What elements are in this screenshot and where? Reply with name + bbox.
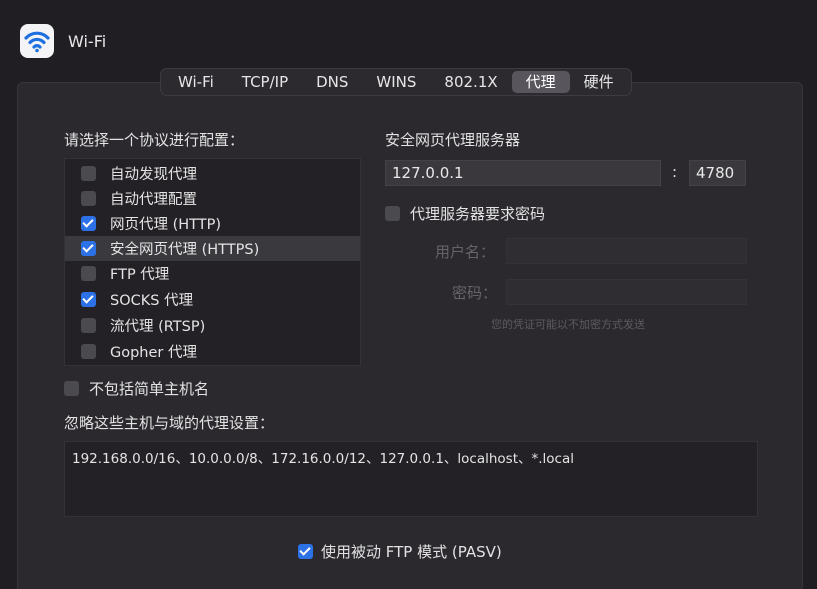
list-item-ftp[interactable]: FTP 代理 (65, 261, 360, 286)
list-item-label: 网页代理 (HTTP) (110, 217, 222, 233)
tab-tcpip[interactable]: TCP/IP (228, 71, 302, 93)
proxy-port-field[interactable]: 4780 (689, 160, 746, 186)
list-item-http[interactable]: 网页代理 (HTTP) (65, 211, 360, 236)
list-item-socks[interactable]: SOCKS 代理 (65, 287, 360, 312)
checkbox[interactable] (81, 318, 96, 333)
tab-dns[interactable]: DNS (302, 71, 362, 93)
list-item-rtsp[interactable]: 流代理 (RTSP) (65, 313, 360, 338)
checkbox-checked[interactable] (81, 241, 96, 256)
list-item-gopher[interactable]: Gopher 代理 (65, 339, 360, 364)
username-field[interactable] (506, 238, 747, 264)
exclude-simple-hostnames-label: 不包括简单主机名 (89, 380, 210, 398)
protocol-list: 自动发现代理 自动代理配置 网页代理 (HTTP) 安全网页代理 (HTTPS)… (64, 158, 361, 366)
window-title: Wi-Fi (68, 32, 107, 51)
exclude-simple-hostnames-row[interactable]: 不包括简单主机名 (64, 378, 209, 399)
list-item-label: 流代理 (RTSP) (110, 319, 206, 335)
list-item-https[interactable]: 安全网页代理 (HTTPS) (65, 236, 360, 261)
pasv-checkbox[interactable] (298, 544, 313, 559)
password-note: 您的凭证可能以不加密方式发送 (491, 318, 645, 331)
require-password-label: 代理服务器要求密码 (410, 205, 546, 223)
list-item-label: 自动代理配置 (110, 192, 197, 208)
checkbox[interactable] (81, 344, 96, 359)
require-password-checkbox[interactable] (385, 206, 400, 221)
tab-wins[interactable]: WINS (362, 71, 430, 93)
title-bar: Wi-Fi (0, 0, 817, 70)
checkbox[interactable] (81, 266, 96, 281)
list-item-label: 自动发现代理 (110, 167, 197, 183)
username-label: 用户名： (435, 243, 496, 261)
pasv-row[interactable]: 使用被动 FTP 模式 (PASV) (298, 541, 502, 562)
bypass-hosts-textarea[interactable]: 192.168.0.0/16、10.0.0.0/8、172.16.0.0/12、… (64, 441, 758, 517)
port-separator: : (672, 163, 678, 181)
list-item-label: Gopher 代理 (110, 345, 197, 361)
checkbox-checked[interactable] (81, 292, 96, 307)
server-heading: 安全网页代理服务器 (385, 131, 521, 149)
tab-hardware[interactable]: 硬件 (570, 71, 628, 93)
password-field[interactable] (506, 279, 747, 305)
checkbox-checked[interactable] (81, 216, 96, 231)
tab-proxy[interactable]: 代理 (511, 71, 570, 93)
exclude-simple-hostnames-checkbox[interactable] (64, 381, 79, 396)
checkbox[interactable] (81, 191, 96, 206)
checkbox[interactable] (81, 166, 96, 181)
list-item-label: SOCKS 代理 (110, 293, 194, 309)
list-item-auto-discovery[interactable]: 自动发现代理 (65, 161, 360, 186)
require-password-row[interactable]: 代理服务器要求密码 (385, 203, 545, 224)
list-item-label: 安全网页代理 (HTTPS) (110, 242, 260, 258)
protocol-heading: 请选择一个协议进行配置： (64, 131, 245, 149)
bypass-heading: 忽略这些主机与域的代理设置： (64, 414, 275, 432)
list-item-auto-config[interactable]: 自动代理配置 (65, 186, 360, 211)
password-label: 密码： (452, 284, 498, 302)
list-item-label: FTP 代理 (110, 267, 170, 283)
pasv-label: 使用被动 FTP 模式 (PASV) (321, 543, 502, 561)
tab-bar: Wi-Fi TCP/IP DNS WINS 802.1X 代理 硬件 (160, 68, 632, 96)
wifi-icon (20, 24, 54, 58)
tab-wifi[interactable]: Wi-Fi (164, 71, 228, 93)
tab-8021x[interactable]: 802.1X (430, 71, 511, 93)
proxy-host-field[interactable]: 127.0.0.1 (385, 160, 661, 186)
